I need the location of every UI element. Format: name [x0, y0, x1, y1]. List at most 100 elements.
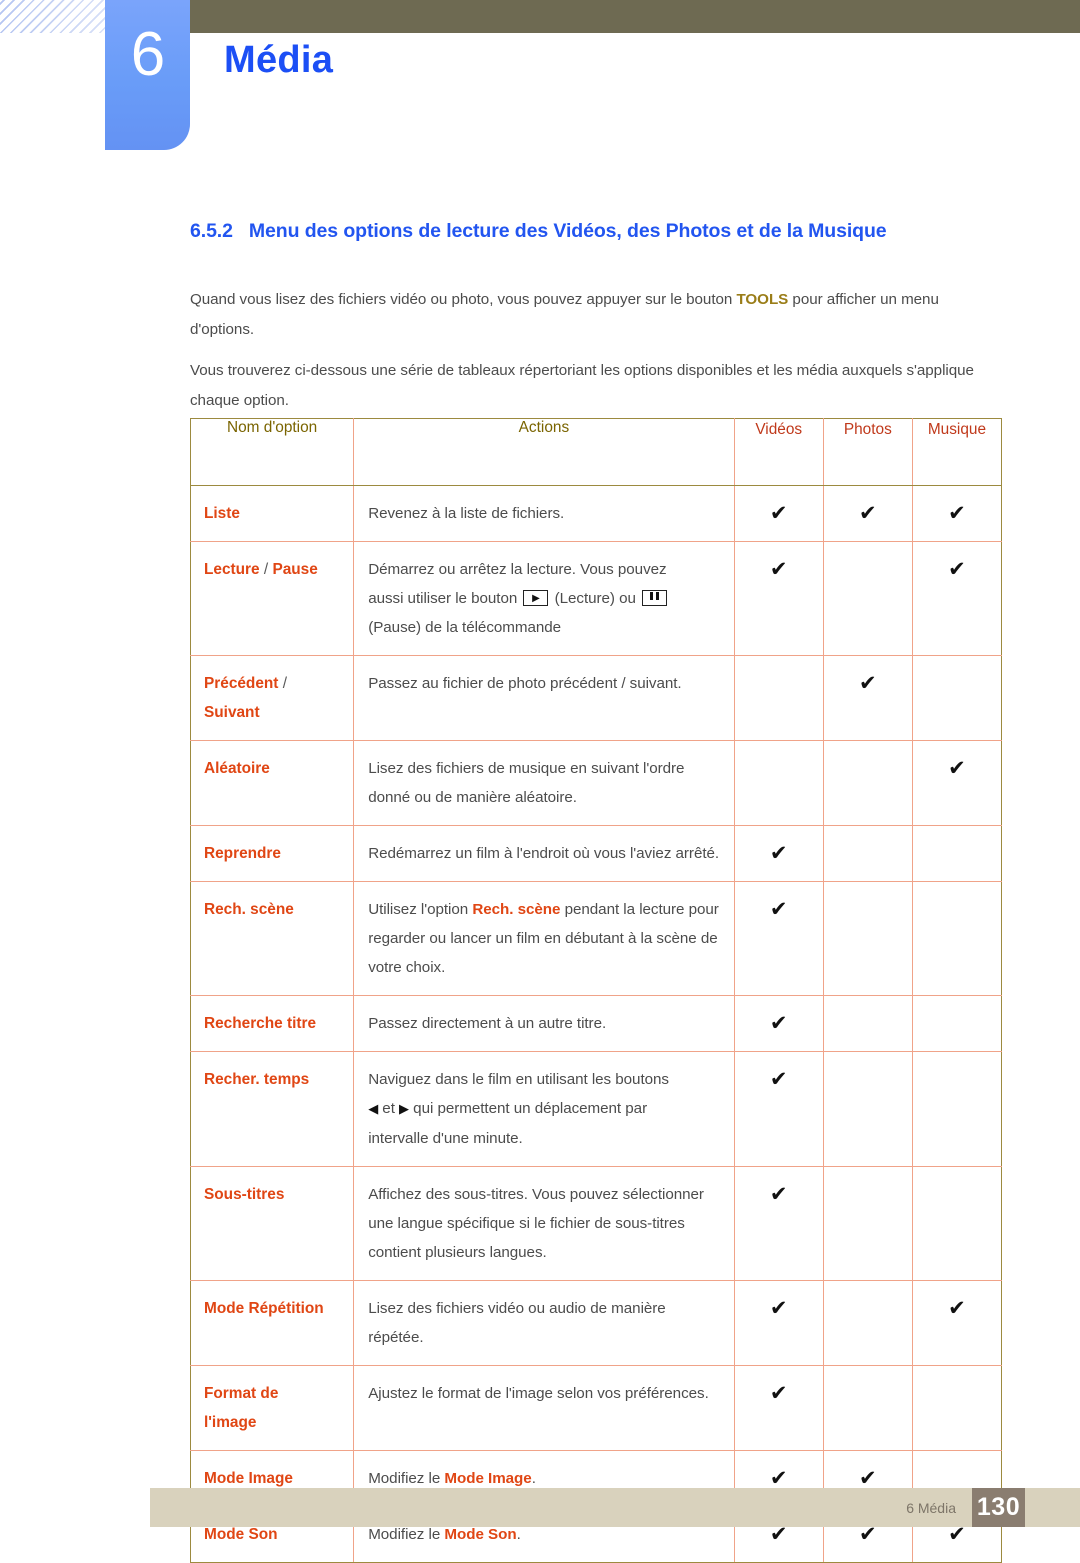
check-icon: ✔	[769, 1296, 788, 1320]
check-icon: ✔	[859, 671, 877, 695]
header-olive-bar	[190, 0, 1080, 33]
page-header: 6 Média	[0, 0, 1080, 160]
music-mark-cell	[911, 995, 1003, 1052]
action-text-after: .	[516, 1526, 521, 1543]
option-name-part1: Format de	[204, 1385, 279, 1402]
column-header-actions: Actions	[353, 418, 735, 486]
section-number: 6.5.2	[190, 220, 233, 242]
option-name-part1: Précédent	[204, 675, 279, 692]
option-name-cell: Recher. temps	[189, 1051, 355, 1167]
option-name-cell: Format de l'image	[189, 1365, 355, 1451]
action-line-3: (Pause) de la télécommande	[368, 619, 562, 636]
table-row: Liste Revenez à la liste de fichiers. ✔ …	[189, 485, 1003, 542]
intro-p1-before: Quand vous lisez des fichiers vidéo ou p…	[190, 291, 737, 309]
photos-mark-cell	[822, 1280, 913, 1366]
action-text-before: Modifiez le	[368, 1526, 445, 1543]
action-text-before: Modifiez le	[368, 1470, 445, 1487]
tools-keyword: TOOLS	[736, 291, 789, 309]
check-icon: ✔	[948, 1296, 966, 1320]
music-mark-cell: ✔	[911, 1280, 1003, 1366]
option-action-cell: Utilisez l'option Rech. scène pendant la…	[353, 881, 735, 996]
option-action-cell: Revenez à la liste de fichiers.	[353, 485, 735, 542]
option-name-part2: l'image	[204, 1414, 257, 1431]
check-icon: ✔	[948, 756, 966, 780]
option-name-cell: Aléatoire	[189, 740, 355, 826]
table-row: Format de l'image Ajustez le format de l'…	[189, 1365, 1003, 1451]
option-name-part1: Lecture	[204, 561, 260, 578]
music-mark-cell	[911, 1051, 1003, 1167]
option-name-cell: Reprendre	[189, 825, 355, 882]
option-name-separator: /	[259, 561, 273, 578]
option-action-cell: Passez au fichier de photo précédent / s…	[353, 655, 735, 741]
column-header-videos: Vidéos	[733, 418, 824, 486]
action-line-1: Démarrez ou arrêtez la lecture. Vous pou…	[368, 561, 667, 578]
table-row: Sous-titres Affichez des sous-titres. Vo…	[189, 1166, 1003, 1281]
table-row: Mode Répétition Lisez des fichiers vidéo…	[189, 1280, 1003, 1366]
photos-mark-cell: ✔	[822, 655, 913, 741]
action-line-3: intervalle d'une minute.	[368, 1130, 523, 1147]
option-name-cell: Lecture / Pause	[189, 541, 355, 656]
photos-mark-cell	[822, 1051, 913, 1167]
table-row: Recherche titre Passez directement à un …	[189, 995, 1003, 1052]
option-action-cell: Affichez des sous-titres. Vous pouvez sé…	[353, 1166, 735, 1281]
option-action-cell: Démarrez ou arrêtez la lecture. Vous pou…	[353, 541, 735, 656]
table-row: Aléatoire Lisez des fichiers de musique …	[189, 740, 1003, 826]
action-keyword: Mode Image	[444, 1470, 532, 1487]
action-line-2a: aussi utiliser le bouton	[368, 590, 522, 607]
check-icon: ✔	[859, 501, 877, 525]
intro-paragraph-2: Vous trouverez ci-dessous une série de t…	[190, 362, 974, 410]
music-mark-cell	[911, 1365, 1003, 1451]
check-icon: ✔	[769, 841, 788, 865]
action-text-after: .	[531, 1470, 536, 1487]
action-keyword: Mode Son	[444, 1526, 517, 1543]
chapter-number: 6	[130, 20, 165, 89]
column-header-music: Musique	[911, 418, 1003, 486]
check-icon: ✔	[948, 557, 966, 581]
check-icon: ✔	[948, 501, 966, 525]
intro-paragraph-1: Quand vous lisez des fichiers vidéo ou p…	[190, 285, 1002, 345]
check-icon: ✔	[769, 1381, 788, 1405]
option-name-cell: Précédent / Suivant	[189, 655, 355, 741]
action-keyword: Rech. scène	[472, 901, 561, 918]
option-name-cell: Sous-titres	[189, 1166, 355, 1281]
music-mark-cell	[911, 825, 1003, 882]
option-action-cell: Redémarrez un film à l'endroit où vous l…	[353, 825, 735, 882]
check-icon: ✔	[769, 557, 788, 581]
action-line-2b: (Lecture) ou	[550, 590, 641, 607]
music-mark-cell: ✔	[911, 740, 1003, 826]
music-mark-cell	[911, 881, 1003, 996]
option-action-cell: Lisez des fichiers de musique en suivant…	[353, 740, 735, 826]
option-name-cell: Mode Répétition	[189, 1280, 355, 1366]
videos-mark-cell: ✔	[733, 1365, 824, 1451]
videos-mark-cell: ✔	[733, 825, 824, 882]
table-row: Précédent / Suivant Passez au fichier de …	[189, 655, 1003, 741]
table-row: Lecture / Pause Démarrez ou arrêtez la l…	[189, 541, 1003, 656]
check-icon: ✔	[769, 897, 788, 921]
column-header-photos: Photos	[822, 418, 913, 486]
table-header: Nom d'option Actions Vidéos Photos Musiq…	[189, 418, 1003, 486]
photos-mark-cell	[822, 825, 913, 882]
photos-mark-cell	[822, 1365, 913, 1451]
check-icon: ✔	[859, 1466, 877, 1490]
option-name-cell: Rech. scène	[189, 881, 355, 996]
photos-mark-cell	[822, 995, 913, 1052]
page-footer: 6 Média 130	[150, 1488, 1080, 1527]
videos-mark-cell: ✔	[733, 1280, 824, 1366]
pause-button-icon	[642, 589, 668, 606]
arrow-right-icon: ▶	[399, 1102, 409, 1117]
music-mark-cell: ✔	[911, 485, 1003, 542]
chapter-title: Média	[224, 39, 334, 81]
videos-mark-cell: ✔	[733, 1166, 824, 1281]
photos-mark-cell: ✔	[822, 485, 913, 542]
table-row: Reprendre Redémarrez un film à l'endroit…	[189, 825, 1003, 882]
play-button-icon: ▶	[523, 589, 549, 606]
table-row: Recher. temps Naviguez dans le film en u…	[189, 1051, 1003, 1167]
page-number-badge: 130	[972, 1488, 1025, 1527]
check-icon: ✔	[769, 1011, 788, 1035]
footer-chapter-label: 6 Média	[906, 1500, 956, 1516]
option-name-cell: Recherche titre	[189, 995, 355, 1052]
table-header-row: Nom d'option Actions Vidéos Photos Musiq…	[189, 418, 1003, 486]
option-action-cell: Ajustez le format de l'image selon vos p…	[353, 1365, 735, 1451]
action-line-2b: qui permettent un déplacement par	[409, 1100, 648, 1117]
action-text-before: Utilisez l'option	[368, 901, 473, 918]
